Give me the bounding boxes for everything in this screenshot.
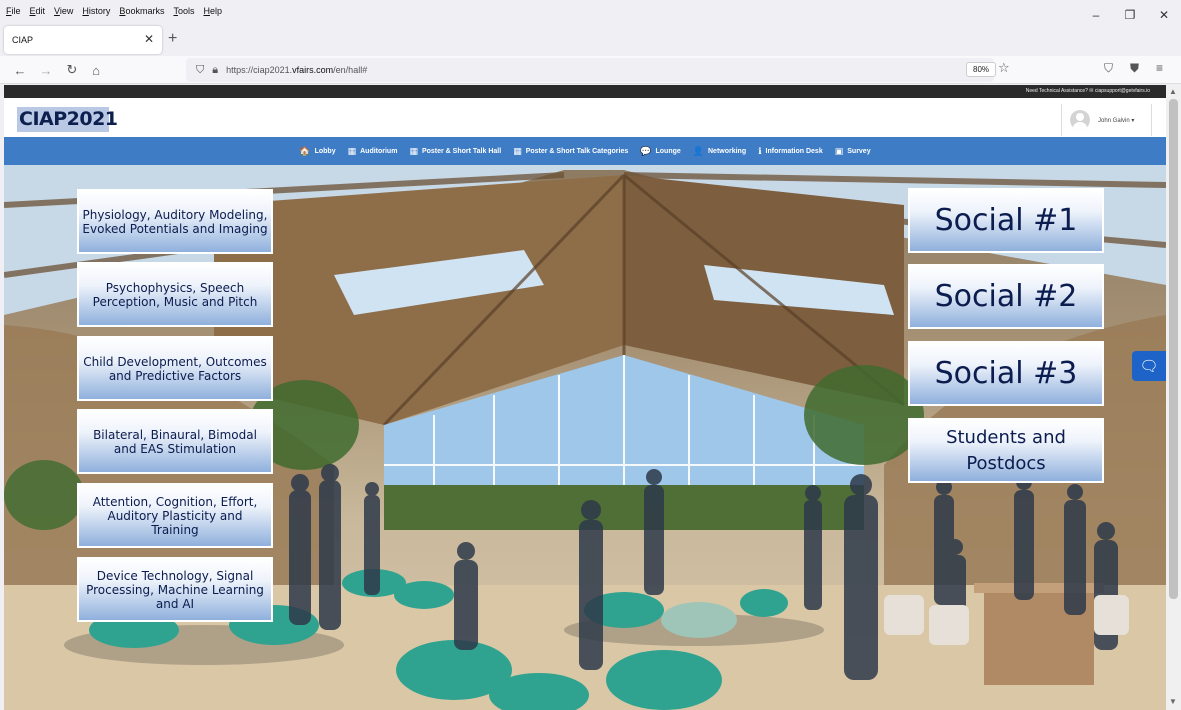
nav-lobby[interactable]: 🏠 Lobby (299, 146, 335, 157)
social-3-button[interactable]: Social #3 (908, 341, 1104, 406)
nav-poster-categories[interactable]: ▦ Poster & Short Talk Categories (513, 146, 628, 157)
home-icon[interactable]: ⌂ (86, 60, 106, 80)
category-button-bilateral[interactable]: Bilateral, Binaural, Bimodal and EAS Sti… (77, 409, 273, 474)
menu-help[interactable]: Help (203, 6, 222, 16)
extension-shield-icon[interactable]: ⛊ (1130, 61, 1139, 76)
nav-information-desk[interactable]: ℹ Information Desk (758, 146, 823, 157)
social-1-button[interactable]: Social #1 (908, 188, 1104, 253)
nav-networking[interactable]: 👤 Networking (693, 146, 746, 157)
browser-tab[interactable]: CIAP ✕ (4, 26, 162, 54)
nav-label: Poster & Short Talk Categories (525, 147, 629, 155)
social-2-button[interactable]: Social #2 (908, 264, 1104, 329)
user-menu[interactable]: John Galvin ▾ (1061, 104, 1152, 136)
nav-label: Lobby (314, 147, 336, 155)
students-postdocs-button[interactable]: Students and Postdocs (908, 418, 1104, 483)
person-icon: 👤 (692, 145, 704, 156)
menu-edit[interactable]: Edit (30, 6, 46, 16)
nav-label: Networking (708, 147, 747, 155)
web-page: Need Technical Assistance? ✉ ciapsupport… (4, 85, 1166, 710)
hamburger-menu-icon[interactable]: ≡ (1156, 61, 1163, 75)
back-arrow-icon[interactable]: ← (10, 60, 30, 80)
scroll-down-icon[interactable]: ▼ (1169, 697, 1177, 706)
url-domain: vfairs.com (292, 65, 334, 75)
nav-survey[interactable]: ▣ Survey (835, 146, 871, 157)
browser-menu-bar: File Edit View History Bookmarks Tools H… (0, 0, 1181, 22)
nav-label: Survey (847, 147, 871, 155)
menu-history[interactable]: History (82, 6, 110, 16)
info-icon: ℹ (758, 145, 762, 156)
zoom-indicator[interactable]: 80% (966, 62, 997, 77)
category-button-physiology[interactable]: Physiology, Auditory Modeling, Evoked Po… (77, 189, 273, 254)
grid-icon: ▦ (347, 145, 357, 156)
browser-nav-bar: ← → ↻ ⌂ ⛉ 🔒︎ https://ciap2021. vfairs.com… (0, 56, 1181, 84)
nav-poster-hall[interactable]: ▦ Poster & Short Talk Hall (409, 146, 501, 157)
scroll-up-icon[interactable]: ▲ (1169, 87, 1177, 96)
assistance-strip: Need Technical Assistance? ✉ ciapsupport… (4, 85, 1166, 98)
grid-icon: ▦ (409, 145, 418, 156)
bookmark-star-icon[interactable]: ☆ (998, 60, 1010, 76)
category-button-device-technology[interactable]: Device Technology, Signal Processing, Ma… (77, 557, 273, 622)
hall-scene: Physiology, Auditory Modeling, Evoked Po… (4, 165, 1166, 710)
menu-file[interactable]: File (6, 6, 21, 16)
url-prefix: https://ciap2021. (226, 65, 293, 75)
menu-bookmarks[interactable]: Bookmarks (119, 6, 164, 16)
main-navigation: 🏠 Lobby ▦ Auditorium ▦ Poster & Short Talk … (4, 137, 1166, 165)
home-icon: 🏠 (299, 145, 311, 156)
category-button-child-development[interactable]: Child Development, Outcomes and Predicti… (77, 336, 273, 401)
survey-icon: ▣ (834, 145, 844, 156)
nav-label: Information Desk (765, 147, 823, 155)
menu-view[interactable]: View (54, 6, 73, 16)
page-scrollbar[interactable]: ▲ ▼ (1166, 85, 1181, 710)
user-name: John Galvin ▾ (1098, 117, 1135, 124)
nav-auditorium[interactable]: ▦ Auditorium (348, 146, 398, 157)
category-button-psychophysics[interactable]: Psychophysics, Speech Perception, Music … (77, 262, 273, 327)
tab-strip: CIAP ✕ + (0, 22, 1181, 56)
new-tab-button[interactable]: + (168, 30, 177, 48)
tracking-shield-icon[interactable]: ⛉ (196, 64, 204, 77)
nav-label: Poster & Short Talk Hall (421, 147, 502, 155)
url-path: /en/hall# (333, 65, 368, 75)
url-bar[interactable]: ⛉ 🔒︎ https://ciap2021. vfairs.com/en/hall… (186, 58, 994, 82)
tab-title: CIAP (12, 35, 34, 45)
category-button-attention[interactable]: Attention, Cognition, Effort, Auditory P… (77, 483, 273, 548)
chat-icon[interactable]: 🗨︎ (1132, 351, 1166, 381)
avatar (1070, 110, 1090, 130)
grid-icon: ▦ (513, 145, 522, 156)
scrollbar-thumb[interactable] (1169, 99, 1178, 599)
forward-arrow-icon[interactable]: → (36, 60, 56, 80)
ciap-logo[interactable]: CIAP2021 (17, 107, 118, 132)
close-tab-icon[interactable]: ✕ (144, 32, 154, 46)
pocket-icon[interactable]: ⛉ (1104, 61, 1113, 76)
site-header: CIAP2021 John Galvin ▾ (4, 98, 1166, 137)
chat-bubbles-icon: 💬 (640, 145, 652, 156)
lock-icon[interactable]: 🔒︎ (212, 64, 218, 77)
menu-tools[interactable]: Tools (173, 6, 194, 16)
reload-icon[interactable]: ↻ (62, 60, 82, 80)
assistance-text[interactable]: Need Technical Assistance? ✉ ciapsupport… (1026, 88, 1150, 94)
nav-lounge[interactable]: 💬 Lounge (640, 146, 681, 157)
nav-label: Auditorium (360, 147, 398, 155)
nav-label: Lounge (655, 147, 681, 155)
